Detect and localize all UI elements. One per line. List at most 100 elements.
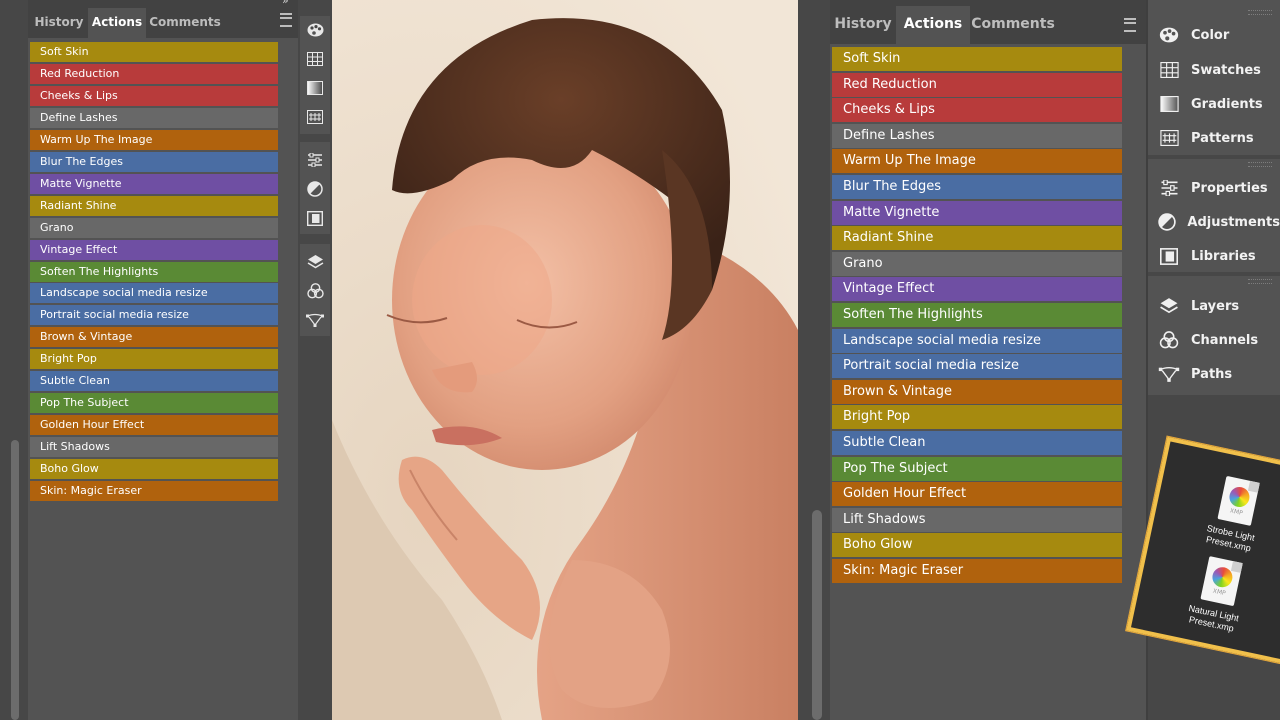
action-item[interactable]: Soft Skin — [30, 42, 278, 62]
dock-separator — [1148, 272, 1280, 276]
dock-grip[interactable] — [1248, 10, 1272, 15]
adjustments-icon[interactable] — [300, 177, 330, 201]
action-item[interactable]: Brown & Vintage — [832, 379, 1122, 404]
tab-comments[interactable]: Comments — [146, 8, 224, 38]
dock-grip[interactable] — [1248, 279, 1272, 284]
action-item[interactable]: Grano — [30, 217, 278, 238]
action-item[interactable]: Skin: Magic Eraser — [832, 559, 1122, 583]
dock-item-label: Paths — [1191, 366, 1233, 382]
paths-icon[interactable] — [300, 308, 330, 332]
dock-item-libraries[interactable]: Libraries — [1148, 241, 1280, 271]
action-item[interactable]: Matte Vignette — [832, 200, 1122, 225]
dock-grip[interactable] — [1248, 162, 1272, 167]
action-item[interactable]: Blur The Edges — [832, 175, 1122, 199]
layers-icon[interactable] — [300, 250, 330, 274]
action-item[interactable]: Grano — [832, 251, 1122, 276]
action-item[interactable]: Vintage Effect — [30, 239, 278, 260]
dock-item-label: Color — [1191, 27, 1230, 43]
action-item[interactable]: Landscape social media resize — [30, 283, 278, 304]
action-item[interactable]: Soften The Highlights — [30, 261, 278, 282]
tab-actions[interactable]: Actions — [88, 8, 146, 38]
file-name[interactable]: Natural Light Preset.xmp — [1171, 600, 1254, 638]
dock-item-patterns[interactable]: Patterns — [1148, 123, 1280, 153]
libraries-icon[interactable] — [300, 206, 330, 230]
dock-item-color[interactable]: Color — [1148, 20, 1280, 50]
toolbar-group-layers — [300, 244, 330, 336]
file-name[interactable]: Strobe Light Preset.xmp — [1188, 520, 1271, 558]
tab-comments[interactable]: Comments — [970, 6, 1056, 44]
action-item[interactable]: Subtle Clean — [30, 371, 278, 392]
swatches-icon — [1157, 60, 1181, 80]
action-item[interactable]: Define Lashes — [832, 123, 1122, 148]
channels-icon[interactable] — [300, 279, 330, 303]
action-item[interactable]: Define Lashes — [30, 107, 278, 128]
action-item[interactable]: Subtle Clean — [832, 431, 1122, 455]
dock-item-swatches[interactable]: Swatches — [1148, 55, 1280, 85]
action-item[interactable]: Cheeks & Lips — [30, 85, 278, 106]
action-item[interactable]: Soften The Highlights — [832, 303, 1122, 327]
tab-actions[interactable]: Actions — [896, 6, 970, 44]
color-icon[interactable] — [300, 18, 330, 42]
dock-item-properties[interactable]: Properties — [1148, 173, 1280, 203]
gradients-icon[interactable] — [300, 76, 330, 100]
action-item[interactable]: Radiant Shine — [832, 226, 1122, 251]
patterns-icon[interactable] — [300, 105, 330, 129]
action-item[interactable]: Cheeks & Lips — [832, 98, 1122, 123]
action-item[interactable]: Skin: Magic Eraser — [30, 481, 278, 501]
actions-panel-right: History Actions Comments Soft Skin Red Re… — [830, 0, 1146, 720]
toolbar-group-properties — [300, 142, 330, 234]
action-item[interactable]: Golden Hour Effect — [832, 482, 1122, 507]
dock-item-paths[interactable]: Paths — [1148, 359, 1280, 389]
action-item[interactable]: Portrait social media resize — [832, 354, 1122, 379]
action-item[interactable]: Golden Hour Effect — [30, 415, 278, 436]
dock-item-adjustments[interactable]: Adjustments — [1148, 207, 1280, 237]
dock-item-layers[interactable]: Layers — [1148, 291, 1280, 321]
action-item[interactable]: Matte Vignette — [30, 173, 278, 194]
xmp-file-icon[interactable]: XMP — [1217, 475, 1260, 526]
tab-history[interactable]: History — [830, 6, 896, 44]
dock-item-label: Properties — [1191, 180, 1268, 196]
dock-item-channels[interactable]: Channels — [1148, 325, 1280, 355]
properties-icon[interactable] — [300, 148, 330, 172]
dock-item-gradients[interactable]: Gradients — [1148, 89, 1280, 119]
panel-tab-bar: History Actions Comments — [830, 0, 1146, 44]
action-item[interactable]: Soft Skin — [832, 47, 1122, 71]
action-item[interactable]: Boho Glow — [30, 459, 278, 480]
action-item[interactable]: Pop The Subject — [832, 456, 1122, 481]
photos-flower-icon — [1227, 485, 1252, 509]
xmp-file-icon[interactable]: XMP — [1200, 556, 1243, 607]
layers-icon — [1157, 296, 1181, 316]
swatches-icon[interactable] — [300, 47, 330, 71]
action-item[interactable]: Red Reduction — [30, 63, 278, 84]
action-item[interactable]: Boho Glow — [832, 533, 1122, 558]
action-item[interactable]: Blur The Edges — [30, 151, 278, 172]
action-item[interactable]: Warm Up The Image — [30, 129, 278, 150]
action-item[interactable]: Portrait social media resize — [30, 305, 278, 326]
dock-separator — [1148, 155, 1280, 159]
action-item[interactable]: Warm Up The Image — [832, 149, 1122, 174]
right-panel-scrollbar[interactable] — [812, 510, 822, 720]
gradients-icon — [1157, 94, 1181, 114]
panel-icon-toolbar — [298, 0, 332, 720]
action-item[interactable]: Landscape social media resize — [832, 328, 1122, 353]
action-item[interactable]: Radiant Shine — [30, 195, 278, 216]
action-item[interactable]: Lift Shadows — [30, 437, 278, 458]
left-scrollbar[interactable] — [11, 440, 19, 720]
action-item[interactable]: Bright Pop — [30, 349, 278, 370]
properties-icon — [1157, 178, 1181, 198]
dock-item-label: Channels — [1191, 332, 1259, 348]
dock-item-label: Libraries — [1191, 248, 1256, 264]
libraries-icon — [1157, 246, 1181, 266]
panel-menu-icon[interactable] — [280, 13, 292, 27]
tab-history[interactable]: History — [30, 8, 88, 38]
action-item[interactable]: Pop The Subject — [30, 393, 278, 414]
panel-menu-icon[interactable] — [1124, 18, 1136, 32]
collapse-icon[interactable]: » — [282, 0, 289, 7]
newborn-photo — [332, 0, 798, 720]
action-item[interactable]: Brown & Vintage — [30, 327, 278, 348]
action-item[interactable]: Lift Shadows — [832, 507, 1122, 532]
dock-item-label: Layers — [1191, 298, 1240, 314]
action-item[interactable]: Vintage Effect — [832, 277, 1122, 302]
action-item[interactable]: Bright Pop — [832, 405, 1122, 430]
action-item[interactable]: Red Reduction — [832, 72, 1122, 97]
